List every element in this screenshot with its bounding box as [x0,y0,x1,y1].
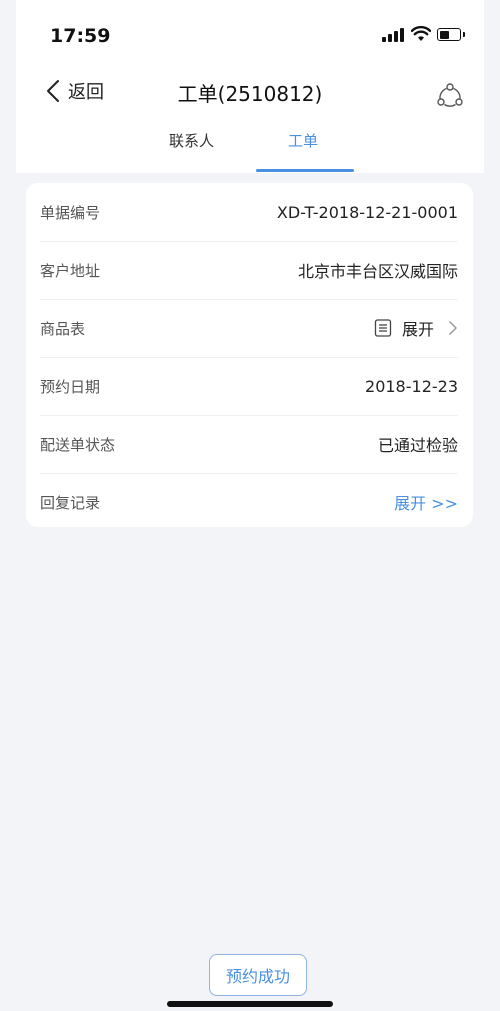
appointment-date-value: 2018-12-23 [365,376,458,396]
product-list-value: 展开 [401,320,434,339]
chevron-right-icon [449,321,457,335]
address-row: 客户地址 北京市丰台区汉威国际 [40,241,458,300]
address-value: 北京市丰台区汉威国际 [297,262,458,281]
order-no-label: 单据编号 [40,203,101,222]
wifi-icon [411,26,431,41]
share-icon[interactable] [436,82,464,110]
reply-records-label: 回复记录 [40,493,101,512]
appointment-success-button[interactable]: 预约成功 [209,954,307,996]
signal-icon [382,28,404,42]
order-no-value: XD-T-2018-12-21-0001 [276,202,458,222]
delivery-status-row: 配送单状态 已通过检验 [40,415,458,474]
status-time: 17:59 [50,25,111,47]
work-order-card: 单据编号 XD-T-2018-12-21-0001 客户地址 北京市丰台区汉威国… [26,183,473,527]
active-tab-indicator [256,169,354,172]
delivery-status-label: 配送单状态 [40,435,116,454]
header-panel: 17:59 返回 工单(2510812) 联系人 工单 [16,0,484,173]
status-icons [382,26,466,46]
product-list-expand[interactable]: 展开 [374,316,458,340]
reply-records-row: 回复记录 展开 >> [40,473,458,531]
chevron-left-icon [47,80,59,102]
order-no-row: 单据编号 XD-T-2018-12-21-0001 [40,183,458,242]
product-list-row[interactable]: 商品表 展开 [40,299,458,358]
tab-workorder[interactable]: 工单 [288,130,318,151]
delivery-status-value: 已通过检验 [377,436,458,455]
reply-records-expand-link[interactable]: 展开 >> [394,490,458,514]
address-label: 客户地址 [40,261,101,280]
tab-contacts[interactable]: 联系人 [169,130,214,151]
appointment-date-row: 预约日期 2018-12-23 [40,357,458,416]
appointment-date-label: 预约日期 [40,377,101,396]
screen: 17:59 返回 工单(2510812) 联系人 工单 单据编号 XD-T-20… [0,0,500,1011]
battery-icon [437,28,465,41]
home-indicator [167,1001,333,1007]
list-icon [374,319,392,337]
back-button[interactable]: 返回 [46,76,104,106]
product-list-label: 商品表 [40,319,86,338]
back-label: 返回 [68,82,104,103]
